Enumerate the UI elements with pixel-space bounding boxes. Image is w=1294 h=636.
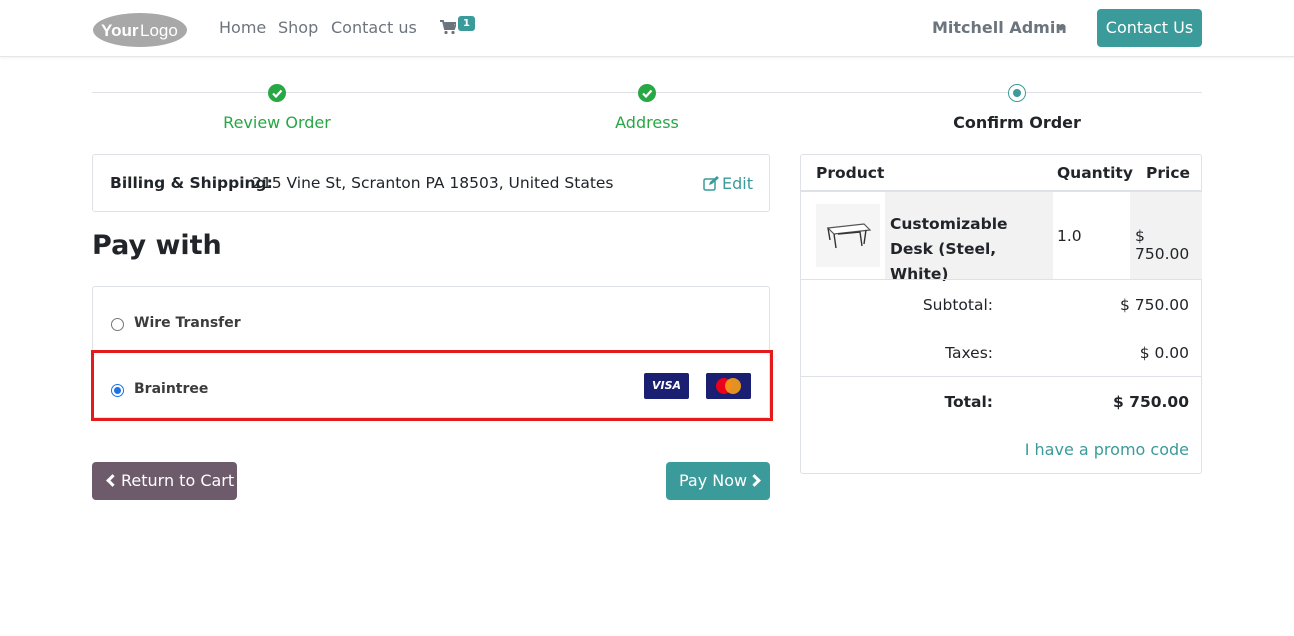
navbar: Your Logo Home Shop Contact us 1 Mitchel… (0, 0, 1294, 57)
visa-card-icon: VISA (644, 373, 689, 399)
pay-now-label[interactable]: Pay Now (679, 471, 747, 490)
wire-transfer-label[interactable]: Wire Transfer (134, 315, 241, 331)
nav-link-home[interactable]: Home (219, 18, 266, 37)
quantity-header: Quantity (1057, 164, 1133, 182)
payment-option-wire-transfer[interactable]: Wire Transfer (93, 287, 769, 350)
check-icon (268, 84, 286, 102)
item-divider (801, 279, 1201, 280)
edit-icon (703, 176, 720, 191)
return-to-cart-label[interactable]: Return to Cart (121, 471, 234, 490)
wire-transfer-radio[interactable] (111, 318, 124, 331)
edit-label[interactable]: Edit (722, 174, 753, 193)
subtotal-value: $ 750.00 (1119, 296, 1189, 314)
cart-count-badge[interactable]: 1 (458, 16, 475, 31)
chevron-down-icon[interactable] (1056, 26, 1066, 31)
nav-link-shop[interactable]: Shop (278, 18, 318, 37)
cart-icon[interactable] (440, 19, 456, 35)
billing-address: 215 Vine St, Scranton PA 18503, United S… (252, 174, 614, 192)
product-name[interactable]: Customizable Desk (Steel, White) (890, 212, 1050, 287)
contact-us-button[interactable]: Contact Us (1097, 9, 1202, 47)
mastercard-icon (706, 373, 751, 399)
step-review-order[interactable]: Review Order (177, 113, 377, 132)
logo[interactable]: Your Logo (92, 12, 188, 48)
billing-label: Billing & Shipping: (110, 174, 273, 192)
check-icon (638, 84, 656, 102)
svg-text:Logo: Logo (140, 21, 178, 40)
product-header: Product (816, 164, 885, 182)
edit-address-link[interactable]: Edit (703, 174, 753, 193)
product-thumbnail[interactable] (816, 204, 880, 267)
step-address[interactable]: Address (547, 113, 747, 132)
pay-now-button[interactable]: Pay Now (666, 462, 770, 500)
user-menu[interactable]: Mitchell Admin (932, 18, 1067, 37)
taxes-label: Taxes: (945, 344, 993, 362)
taxes-value: $ 0.00 (1139, 344, 1189, 362)
total-divider (801, 376, 1201, 377)
price-header: Price (1146, 164, 1191, 182)
promo-code-link[interactable]: I have a promo code (1025, 440, 1189, 459)
svg-text:Your: Your (101, 21, 139, 40)
pay-with-title: Pay with (92, 230, 222, 261)
billing-shipping-card: Billing & Shipping: 215 Vine St, Scranto… (92, 154, 770, 212)
chevron-left-icon (106, 474, 119, 487)
return-to-cart-button[interactable]: Return to Cart (92, 462, 237, 500)
step-confirm-order: Confirm Order (953, 113, 1081, 132)
chevron-right-icon (748, 474, 762, 487)
total-label: Total: (944, 393, 993, 411)
order-summary: Product Quantity Price Customizable Desk… (800, 154, 1202, 474)
subtotal-label: Subtotal: (922, 296, 993, 314)
total-value: $ 750.00 (1113, 393, 1189, 411)
product-price: $ 750.00 (1135, 227, 1190, 263)
current-step-icon (1008, 84, 1026, 102)
nav-link-contact[interactable]: Contact us (331, 18, 417, 37)
product-quantity: 1.0 (1057, 227, 1082, 245)
